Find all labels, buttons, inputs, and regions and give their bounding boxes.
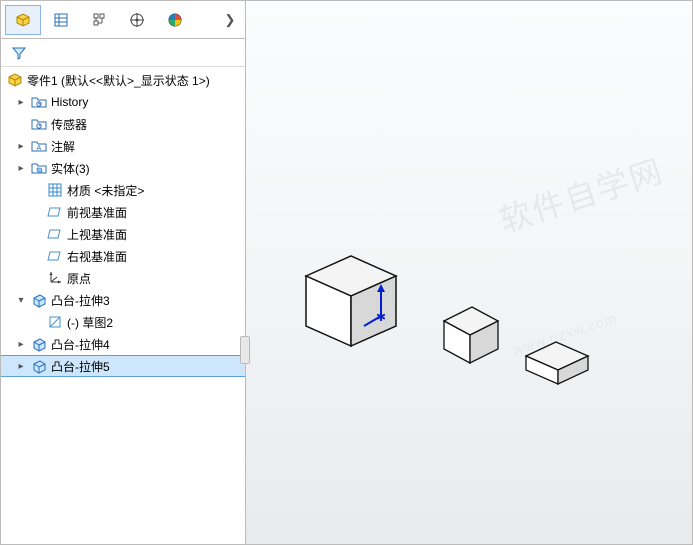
tree-item-sketch2[interactable]: (-) 草图2 <box>1 311 245 333</box>
tree-label: 传感器 <box>51 116 87 133</box>
tree-item-solids[interactable]: ▸ 实体(3) <box>1 157 245 179</box>
tree-label: 右视基准面 <box>67 248 127 265</box>
expand-icon[interactable]: ▸ <box>15 361 27 372</box>
tree-item-extrude4[interactable]: ▸ 凸台-拉伸4 <box>1 333 245 355</box>
tree-item-right-plane[interactable]: 右视基准面 <box>1 245 245 267</box>
plane-icon <box>46 203 64 221</box>
feature-tree-panel: ❯ 零件1 (默认<<默认>_显示状态 1>) ▸ History 传感器 <box>1 1 246 544</box>
panel-tab-toolbar: ❯ <box>1 1 245 39</box>
tree-label: (-) 草图2 <box>67 314 113 331</box>
history-folder-icon <box>30 93 48 111</box>
tree-label: 材质 <未指定> <box>67 182 144 199</box>
tab-property-manager[interactable] <box>43 5 79 35</box>
tree-label: 上视基准面 <box>67 226 127 243</box>
tree-item-front-plane[interactable]: 前视基准面 <box>1 201 245 223</box>
tree-item-origin[interactable]: 原点 <box>1 267 245 289</box>
feature-tree[interactable]: 零件1 (默认<<默认>_显示状态 1>) ▸ History 传感器 ▸ A … <box>1 67 245 544</box>
filter-icon[interactable] <box>10 44 28 62</box>
plane-icon <box>46 225 64 243</box>
tree-label: 注解 <box>51 138 75 155</box>
panel-splitter-handle[interactable] <box>240 336 250 364</box>
annotations-folder-icon: A <box>30 137 48 155</box>
model-cube-large[interactable]: ✱ <box>296 246 416 359</box>
chevron-right-icon: ❯ <box>225 12 236 28</box>
tab-dimxpert[interactable] <box>119 5 155 35</box>
expand-icon[interactable]: ▸ <box>15 163 27 174</box>
collapse-icon[interactable]: ▾ <box>15 295 27 306</box>
config-manager-icon <box>90 11 108 29</box>
filter-row <box>1 39 245 67</box>
graphics-viewport[interactable]: 软件自学网 www.rjzxw.com ✱ <box>246 1 692 544</box>
boss-extrude-icon <box>30 357 48 375</box>
tree-root[interactable]: 零件1 (默认<<默认>_显示状态 1>) <box>1 69 245 91</box>
tree-item-top-plane[interactable]: 上视基准面 <box>1 223 245 245</box>
expand-icon[interactable]: ▸ <box>15 141 27 152</box>
tab-feature-tree[interactable] <box>5 5 41 35</box>
part-icon <box>6 71 24 89</box>
watermark-text: 软件自学网 <box>493 146 669 242</box>
display-manager-icon <box>166 11 184 29</box>
dimxpert-icon <box>128 11 146 29</box>
tree-item-sensors[interactable]: 传感器 <box>1 113 245 135</box>
boss-extrude-icon <box>30 291 48 309</box>
tree-label: 凸台-拉伸5 <box>51 358 110 375</box>
svg-text:✱: ✱ <box>376 310 386 324</box>
tab-display-manager[interactable] <box>157 5 193 35</box>
tree-item-history[interactable]: ▸ History <box>1 91 245 113</box>
expand-icon[interactable]: ▸ <box>15 339 27 350</box>
tree-item-annotations[interactable]: ▸ A 注解 <box>1 135 245 157</box>
tree-label: 原点 <box>67 270 91 287</box>
origin-icon <box>46 269 64 287</box>
model-cube-small[interactable] <box>518 338 596 393</box>
feature-tree-icon <box>14 11 32 29</box>
sketch-icon <box>46 313 64 331</box>
plane-icon <box>46 247 64 265</box>
tree-label: 凸台-拉伸4 <box>51 336 110 353</box>
model-cube-medium[interactable] <box>436 301 508 372</box>
tree-item-extrude5[interactable]: ▸ 凸台-拉伸5 <box>1 355 245 377</box>
tree-label: 前视基准面 <box>67 204 127 221</box>
tree-label: 实体(3) <box>51 160 90 177</box>
tree-label: History <box>51 95 88 109</box>
tree-item-extrude3[interactable]: ▾ 凸台-拉伸3 <box>1 289 245 311</box>
svg-text:A: A <box>37 145 42 152</box>
tree-label: 凸台-拉伸3 <box>51 292 110 309</box>
toolbar-overflow[interactable]: ❯ <box>219 5 241 35</box>
boss-extrude-icon <box>30 335 48 353</box>
tree-root-label: 零件1 (默认<<默认>_显示状态 1>) <box>27 72 210 89</box>
tree-item-material[interactable]: 材质 <未指定> <box>1 179 245 201</box>
tab-configuration-manager[interactable] <box>81 5 117 35</box>
expand-icon[interactable]: ▸ <box>15 97 27 108</box>
property-manager-icon <box>52 11 70 29</box>
material-icon <box>46 181 64 199</box>
solids-folder-icon <box>30 159 48 177</box>
sensors-folder-icon <box>30 115 48 133</box>
